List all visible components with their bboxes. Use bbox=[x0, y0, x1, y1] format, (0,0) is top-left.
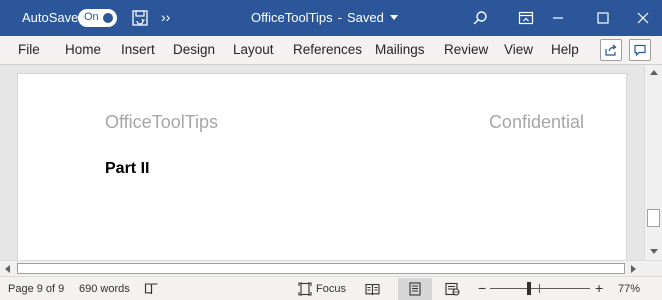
document-heading: Part II bbox=[105, 160, 150, 177]
zoom-center-mark bbox=[539, 284, 540, 293]
maximize-icon[interactable] bbox=[593, 8, 613, 28]
document-area: OfficeToolTips Confidential Part II bbox=[0, 65, 644, 260]
ribbon-tabs: File Home Insert Design Layout Reference… bbox=[0, 36, 662, 65]
document-page[interactable]: OfficeToolTips Confidential Part II bbox=[17, 73, 627, 260]
tab-design[interactable]: Design bbox=[173, 42, 215, 57]
minimize-icon[interactable] bbox=[548, 8, 568, 28]
scroll-left-icon[interactable] bbox=[5, 265, 10, 273]
tab-layout[interactable]: Layout bbox=[233, 42, 274, 57]
vertical-scroll-thumb[interactable] bbox=[647, 209, 660, 227]
horizontal-scrollbar[interactable] bbox=[0, 260, 662, 276]
proofing-book-icon[interactable] bbox=[143, 281, 159, 297]
title-bar: AutoSave On ›› OfficeToolTips - Saved bbox=[0, 0, 662, 36]
scroll-up-icon[interactable] bbox=[650, 70, 658, 75]
status-bar: Page 9 of 9 690 words Focus − + 77% bbox=[0, 276, 662, 300]
ribbon-display-options-icon[interactable] bbox=[516, 8, 536, 28]
autosave-state: On bbox=[84, 11, 99, 23]
tab-view[interactable]: View bbox=[504, 42, 533, 57]
title-separator: - bbox=[337, 10, 342, 25]
horizontal-scroll-thumb[interactable] bbox=[17, 263, 625, 274]
search-icon[interactable] bbox=[470, 8, 490, 28]
tab-home[interactable]: Home bbox=[65, 42, 101, 57]
toggle-knob bbox=[103, 13, 113, 23]
zoom-in-button[interactable]: + bbox=[595, 280, 603, 296]
save-icon[interactable] bbox=[130, 8, 150, 28]
tab-review[interactable]: Review bbox=[444, 42, 488, 57]
read-mode-icon[interactable] bbox=[364, 281, 380, 297]
scroll-down-icon[interactable] bbox=[650, 249, 658, 254]
scroll-right-icon[interactable] bbox=[631, 265, 636, 273]
save-status: Saved bbox=[347, 10, 384, 25]
close-icon[interactable] bbox=[633, 8, 653, 28]
tab-insert[interactable]: Insert bbox=[121, 42, 155, 57]
tab-mailings[interactable]: Mailings bbox=[375, 42, 425, 57]
tab-references[interactable]: References bbox=[293, 42, 362, 57]
zoom-slider[interactable] bbox=[490, 288, 590, 289]
zoom-level[interactable]: 77% bbox=[618, 283, 640, 295]
share-icon bbox=[605, 44, 617, 56]
autosave-label: AutoSave bbox=[22, 10, 79, 25]
page-header-left: OfficeToolTips bbox=[105, 112, 219, 132]
print-layout-icon[interactable] bbox=[407, 281, 423, 297]
zoom-out-button[interactable]: − bbox=[478, 280, 486, 296]
zoom-slider-thumb[interactable] bbox=[527, 282, 531, 295]
focus-icon[interactable] bbox=[297, 281, 313, 297]
document-title[interactable]: OfficeToolTips - Saved bbox=[251, 10, 398, 25]
word-count-indicator[interactable]: 690 words bbox=[79, 283, 130, 295]
page-number-indicator[interactable]: Page 9 of 9 bbox=[8, 283, 64, 295]
autosave-toggle[interactable]: On bbox=[78, 9, 117, 27]
web-layout-icon[interactable] bbox=[444, 281, 460, 297]
more-commands-button[interactable]: ›› bbox=[161, 9, 170, 25]
page-header-right: Confidential bbox=[488, 112, 584, 132]
comment-icon bbox=[634, 44, 646, 57]
chevron-down-icon bbox=[389, 15, 398, 20]
vertical-scrollbar[interactable] bbox=[644, 65, 662, 260]
tab-help[interactable]: Help bbox=[551, 42, 579, 57]
tab-file[interactable]: File bbox=[18, 42, 40, 57]
share-button[interactable] bbox=[600, 39, 622, 61]
comments-button[interactable] bbox=[629, 39, 651, 61]
focus-label[interactable]: Focus bbox=[316, 283, 346, 295]
document-name: OfficeToolTips bbox=[251, 10, 333, 25]
